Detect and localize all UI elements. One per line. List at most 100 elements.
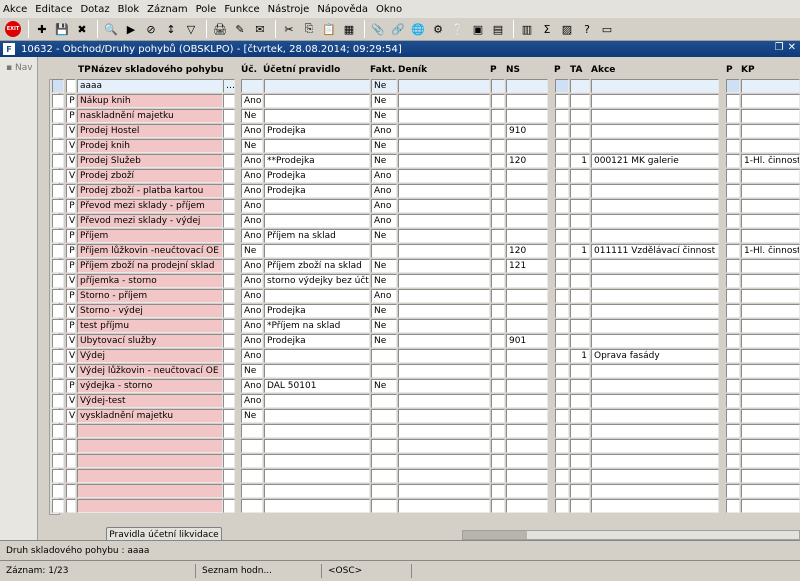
cell-ta[interactable] [570,274,590,288]
cell-tp[interactable] [66,439,76,453]
table-row[interactable]: P Příjem lůžkovin -neučtovací OE Ne 120 1 011… [38,244,800,259]
cell-pravidlo[interactable]: storno výdejky bez účtu [264,274,370,288]
cell-name[interactable] [77,424,223,438]
cell-fakt[interactable] [371,469,397,483]
cell-name[interactable]: Výdej [77,349,223,363]
cell-fakt[interactable] [371,394,397,408]
image-icon[interactable]: ▨ [558,20,576,38]
cell-denik[interactable] [398,289,490,303]
cell-ns[interactable]: 910 [506,124,548,138]
cell-kp[interactable] [741,139,800,153]
cell-tp[interactable] [66,79,76,93]
cell-ns[interactable] [506,139,548,153]
cell-p1[interactable] [491,199,505,213]
cell-kp[interactable] [741,214,800,228]
cell-more[interactable] [223,409,235,423]
cell-pravidlo[interactable] [264,94,370,108]
cell-kp[interactable] [741,109,800,123]
cell-ns[interactable]: 120 [506,154,548,168]
cell-kp[interactable] [741,409,800,423]
cell-ns[interactable] [506,439,548,453]
cell-pravidlo[interactable]: Prodejka [264,304,370,318]
cell-p2[interactable] [555,484,569,498]
cell-more[interactable] [223,259,235,273]
cell-uc[interactable]: Ano [241,94,263,108]
cell-akce[interactable] [591,259,719,273]
cell-fakt[interactable]: Ano [371,214,397,228]
cell-p3[interactable] [726,289,740,303]
table-row[interactable]: aaaa… Ne [38,79,800,94]
cell-uc[interactable]: Ano [241,304,263,318]
cell-denik[interactable] [398,334,490,348]
cell-ns[interactable] [506,484,548,498]
cut-icon[interactable]: ✂ [280,20,298,38]
menu-item-1[interactable]: Editace [35,4,72,15]
cell-fakt[interactable]: Ano [371,169,397,183]
cell-ta[interactable] [570,229,590,243]
cell-p3[interactable] [726,349,740,363]
cell-ta[interactable]: 1 [570,154,590,168]
table-row[interactable]: V Ubytovací služby Ano Prodejka Ne 901 [38,334,800,349]
cell-uc[interactable]: Ano [241,154,263,168]
cell-p1[interactable] [491,469,505,483]
cell-uc[interactable]: Ano [241,124,263,138]
nav-label[interactable]: ▪ Nav [0,57,37,73]
calc-icon[interactable]: ▣ [469,20,487,38]
cell-tp[interactable]: V [66,304,76,318]
cell-name[interactable]: Prodej knih [77,139,223,153]
cell-ta[interactable] [570,214,590,228]
table-row[interactable]: Vvyskladnění majetku Ne [38,409,800,424]
cell-p3[interactable] [726,169,740,183]
cell-p3[interactable] [726,244,740,258]
cell-p3[interactable] [726,274,740,288]
cell-uc[interactable]: Ano [241,319,263,333]
cell-denik[interactable] [398,454,490,468]
cell-uc[interactable]: Ne [241,244,263,258]
cell-name[interactable]: Příjem [77,229,223,243]
cell-denik[interactable] [398,154,490,168]
cell-p3[interactable] [726,379,740,393]
column-header[interactable]: TA [570,65,582,75]
menu-item-6[interactable]: Funkce [224,4,259,15]
table-row[interactable]: V Prodej zboží - platba kartou Ano Prodejka… [38,184,800,199]
cell-tp[interactable]: P [66,229,76,243]
attach-icon[interactable]: 🔗 [389,20,407,38]
cell-more[interactable] [223,169,235,183]
cell-more[interactable] [223,454,235,468]
cell-denik[interactable] [398,364,490,378]
cell-ta[interactable] [570,439,590,453]
cell-p2[interactable] [555,499,569,513]
cell-kp[interactable] [741,484,800,498]
cell-p2[interactable] [555,319,569,333]
cell-kp[interactable] [741,259,800,273]
cell-ta[interactable] [570,469,590,483]
cell-more[interactable] [223,484,235,498]
cell-p2[interactable] [555,349,569,363]
cell-p3[interactable] [726,124,740,138]
cell-p1[interactable] [491,484,505,498]
cell-ns[interactable] [506,469,548,483]
table-row[interactable] [38,484,800,499]
cell-ns[interactable] [506,94,548,108]
cell-tp[interactable] [66,454,76,468]
cell-p2[interactable] [555,469,569,483]
cell-p3[interactable] [726,454,740,468]
cell-name[interactable]: vyskladnění majetku [77,409,223,423]
cell-kp[interactable] [741,439,800,453]
cell-more[interactable] [223,439,235,453]
cell-pravidlo[interactable]: *Příjem na sklad [264,319,370,333]
cell-kp[interactable] [741,184,800,198]
cell-p1[interactable] [491,304,505,318]
save-icon[interactable]: 💾 [53,20,71,38]
cell-more[interactable] [223,184,235,198]
cell-name[interactable]: Prodej zboží [77,169,223,183]
cell-ta[interactable] [570,454,590,468]
cell-p1[interactable] [491,454,505,468]
cell-rowsel[interactable] [52,229,64,243]
cell-pravidlo[interactable]: Prodejka [264,124,370,138]
clipboard-icon[interactable]: 📎 [369,20,387,38]
cell-name[interactable]: výdejka - storno [77,379,223,393]
cell-pravidlo[interactable]: DAL 50101 [264,379,370,393]
column-header[interactable]: P [726,65,733,75]
cell-kp[interactable] [741,199,800,213]
